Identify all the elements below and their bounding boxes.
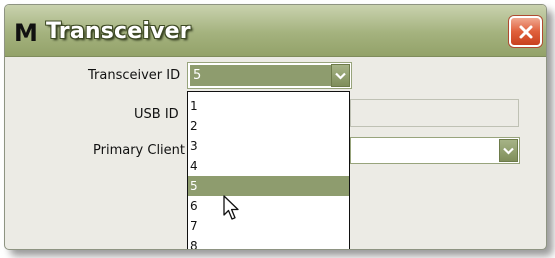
transceiver-dialog: M Transceiver Transceiver ID 5 USB ID Pr… [4,4,547,250]
transceiver-id-selected-value: 5 [190,65,331,86]
primary-client-dropdown[interactable] [350,137,520,164]
option-item-selected[interactable]: 5 [188,176,349,196]
option-item[interactable]: 8 [188,236,349,249]
usb-id-label: USB ID [134,107,179,122]
app-logo: M [14,19,38,47]
transceiver-id-dropdown[interactable]: 5 [187,62,352,89]
option-item[interactable]: 2 [188,116,349,136]
title-bar[interactable]: M Transceiver [5,5,546,57]
option-item[interactable]: 4 [188,156,349,176]
close-button[interactable] [509,16,542,47]
close-x-icon [519,25,532,38]
transceiver-id-options-list[interactable]: 1 2 3 4 5 6 7 8 [187,91,350,249]
chevron-down-icon [335,72,346,80]
window-title: Transceiver [46,19,191,44]
option-item[interactable]: 7 [188,216,349,236]
primary-client-label: Primary Client [93,143,186,158]
primary-client-arrow-button[interactable] [499,139,518,162]
dropdown-arrow-button[interactable] [331,64,350,87]
option-item[interactable]: 6 [188,196,349,216]
transceiver-id-label: Transceiver ID [88,68,181,83]
mouse-pointer-icon [223,195,239,220]
usb-id-field[interactable] [350,99,519,127]
option-item[interactable]: 3 [188,136,349,156]
option-item[interactable]: 1 [188,96,349,116]
chevron-down-icon [503,147,514,155]
